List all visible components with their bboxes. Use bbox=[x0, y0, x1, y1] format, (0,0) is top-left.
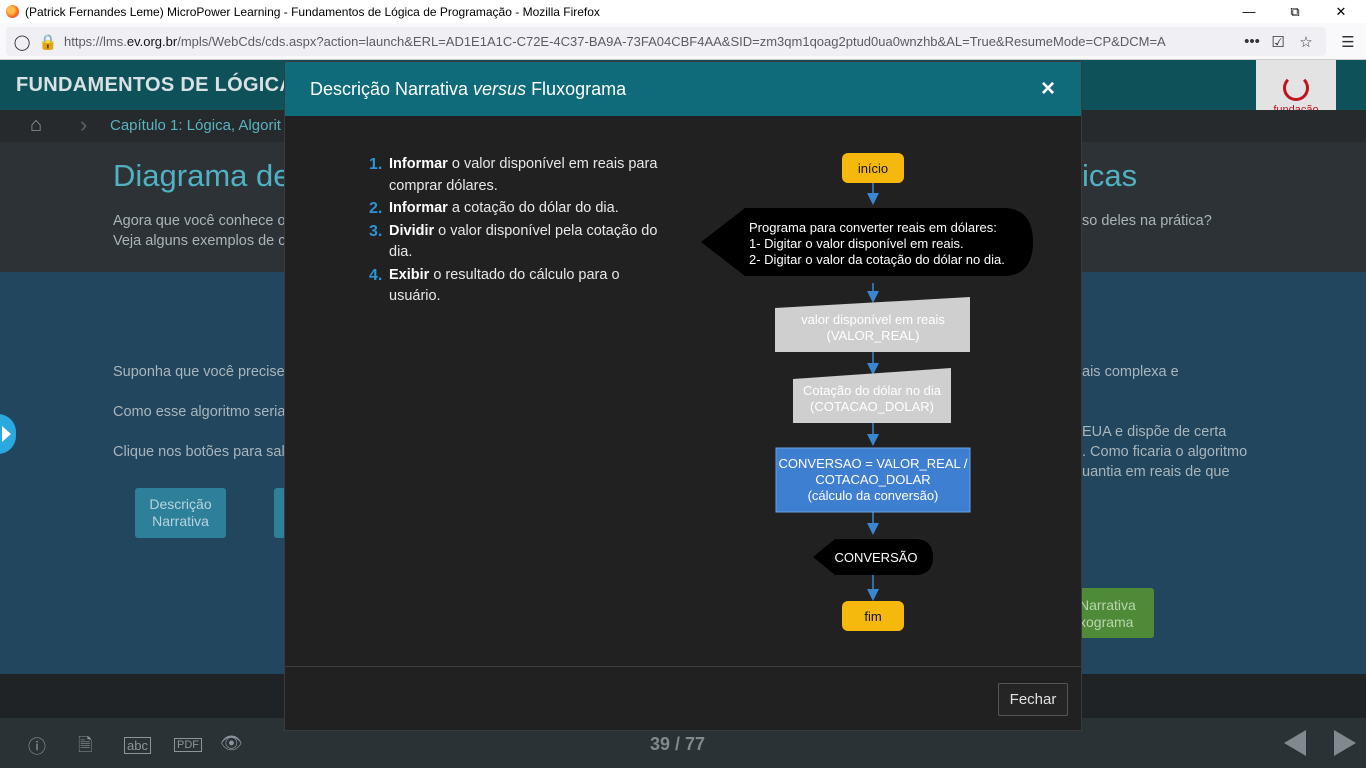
breadcrumb-chapter[interactable]: Capítulo 1: Lógica, Algorit bbox=[110, 117, 281, 134]
browser-navbar: ◯ 🔒 https://lms.ev.org.br/mpls/WebCds/cd… bbox=[0, 23, 1366, 60]
lesson-paragraph: Suponha que você precise bbox=[113, 364, 285, 380]
bookmark-star-icon[interactable]: ☆ bbox=[1294, 27, 1318, 56]
pocket-icon[interactable]: ☑ bbox=[1266, 27, 1290, 56]
flow-input-label: valor disponível em reais bbox=[801, 312, 945, 327]
flow-display-line: 2- Digitar o valor da cotação do dólar n… bbox=[749, 252, 1005, 267]
bradesco-mark-icon bbox=[1283, 75, 1309, 101]
eye-icon[interactable]: 👁 bbox=[220, 733, 243, 754]
url-bar[interactable]: ◯ 🔒 https://lms.ev.org.br/mpls/WebCds/cd… bbox=[6, 27, 1326, 56]
previous-page-icon[interactable] bbox=[1284, 730, 1306, 756]
list-item: 2. Informar a cotação do dólar do dia. bbox=[369, 200, 619, 217]
flow-display-result-label: CONVERSÃO bbox=[834, 550, 917, 565]
url-text[interactable]: https://lms.ev.org.br/mpls/WebCds/cds.as… bbox=[64, 34, 1234, 49]
modal-title: Descrição Narrativa versus Fluxograma bbox=[310, 79, 627, 99]
course-title: FUNDAMENTOS DE LÓGICA bbox=[16, 74, 295, 96]
lesson-paragraph-right-2: EUA e dispõe de certa bbox=[1082, 424, 1227, 440]
flow-input-label: Cotação do dólar no dia bbox=[803, 383, 942, 398]
glossary-icon[interactable]: abc bbox=[124, 737, 151, 754]
list-item: 1. Informar o valor disponível em reais p… bbox=[369, 156, 658, 194]
page-actions-icon[interactable]: ••• bbox=[1240, 27, 1264, 56]
next-page-icon[interactable] bbox=[1334, 730, 1356, 756]
flow-end-label: fim bbox=[864, 609, 881, 624]
lesson-intro-text: Agora que você conhece o bbox=[113, 213, 286, 229]
page-indicator: 39 / 77 bbox=[650, 734, 706, 754]
narrative-steps-list: 1. Informar o valor disponível em reais p… bbox=[369, 154, 669, 309]
flowchart: início Programa para converter reais em … bbox=[701, 153, 1033, 631]
fechar-button[interactable]: Fechar bbox=[998, 683, 1068, 716]
document-icon[interactable]: 🗎 bbox=[78, 733, 92, 763]
list-item: 4. Exibir o resultado do cálculo para o u… bbox=[369, 266, 620, 305]
modal-footer-divider bbox=[285, 666, 1081, 667]
flow-start-label: início bbox=[858, 161, 888, 176]
flow-display-line: Programa para converter reais em dólares… bbox=[749, 220, 997, 235]
flow-process-label: CONVERSAO = VALOR_REAL / bbox=[779, 456, 968, 471]
lesson-paragraph-right: ais complexa e bbox=[1082, 364, 1179, 380]
lock-icon[interactable]: 🔒 bbox=[36, 27, 60, 56]
shield-icon[interactable]: ◯ bbox=[10, 27, 34, 56]
window-title: (Patrick Fernandes Leme) MicroPower Lear… bbox=[25, 4, 600, 19]
flow-process-label: COTACAO_DOLAR bbox=[815, 472, 930, 487]
close-window-icon[interactable]: ✕ bbox=[1318, 0, 1364, 23]
firefox-icon bbox=[6, 5, 19, 18]
home-icon[interactable]: ⌂ bbox=[30, 114, 42, 137]
flow-process-label: (cálculo da conversão) bbox=[808, 488, 939, 503]
lesson-heading-right: icas bbox=[1082, 158, 1138, 193]
lesson-paragraph-3: Clique nos botões para sal bbox=[113, 444, 285, 460]
lesson-paragraph-2: Como esse algoritmo seria bbox=[113, 404, 286, 420]
flow-display-line: 1- Digitar o valor disponível em reais. bbox=[749, 236, 964, 251]
menu-icon[interactable]: ☰ bbox=[1336, 27, 1360, 56]
lesson-intro-text-right: so deles na prática? bbox=[1082, 213, 1212, 229]
modal-header: Descrição Narrativa versus Fluxograma × bbox=[285, 62, 1081, 116]
lesson-intro-text-2: Veja alguns exemplos de c bbox=[113, 233, 286, 249]
modal-dialog: Descrição Narrativa versus Fluxograma × … bbox=[284, 61, 1082, 731]
minimize-icon[interactable]: — bbox=[1226, 0, 1272, 23]
window-titlebar: (Patrick Fernandes Leme) MicroPower Lear… bbox=[0, 0, 1366, 23]
descricao-narrativa-button[interactable]: Descrição Narrativa bbox=[135, 488, 226, 538]
lesson-paragraph-right-3: . Como ficaria o algoritmo bbox=[1082, 444, 1248, 460]
close-icon[interactable]: × bbox=[1041, 75, 1055, 103]
flow-input-label: (VALOR_REAL) bbox=[827, 328, 920, 343]
pdf-icon[interactable]: PDF bbox=[174, 738, 202, 752]
info-icon[interactable]: ⓘ bbox=[28, 733, 46, 759]
chevron-right-icon: › bbox=[80, 112, 88, 137]
lesson-heading: Diagrama de bbox=[113, 158, 291, 193]
lesson-paragraph-right-4: uantia em reais de que bbox=[1082, 464, 1230, 480]
restore-icon[interactable]: ⧉ bbox=[1272, 0, 1318, 23]
list-item: 3. Dividir o valor disponível pela cotaçã… bbox=[369, 222, 658, 261]
flow-input-label: (COTACAO_DOLAR) bbox=[810, 399, 934, 414]
